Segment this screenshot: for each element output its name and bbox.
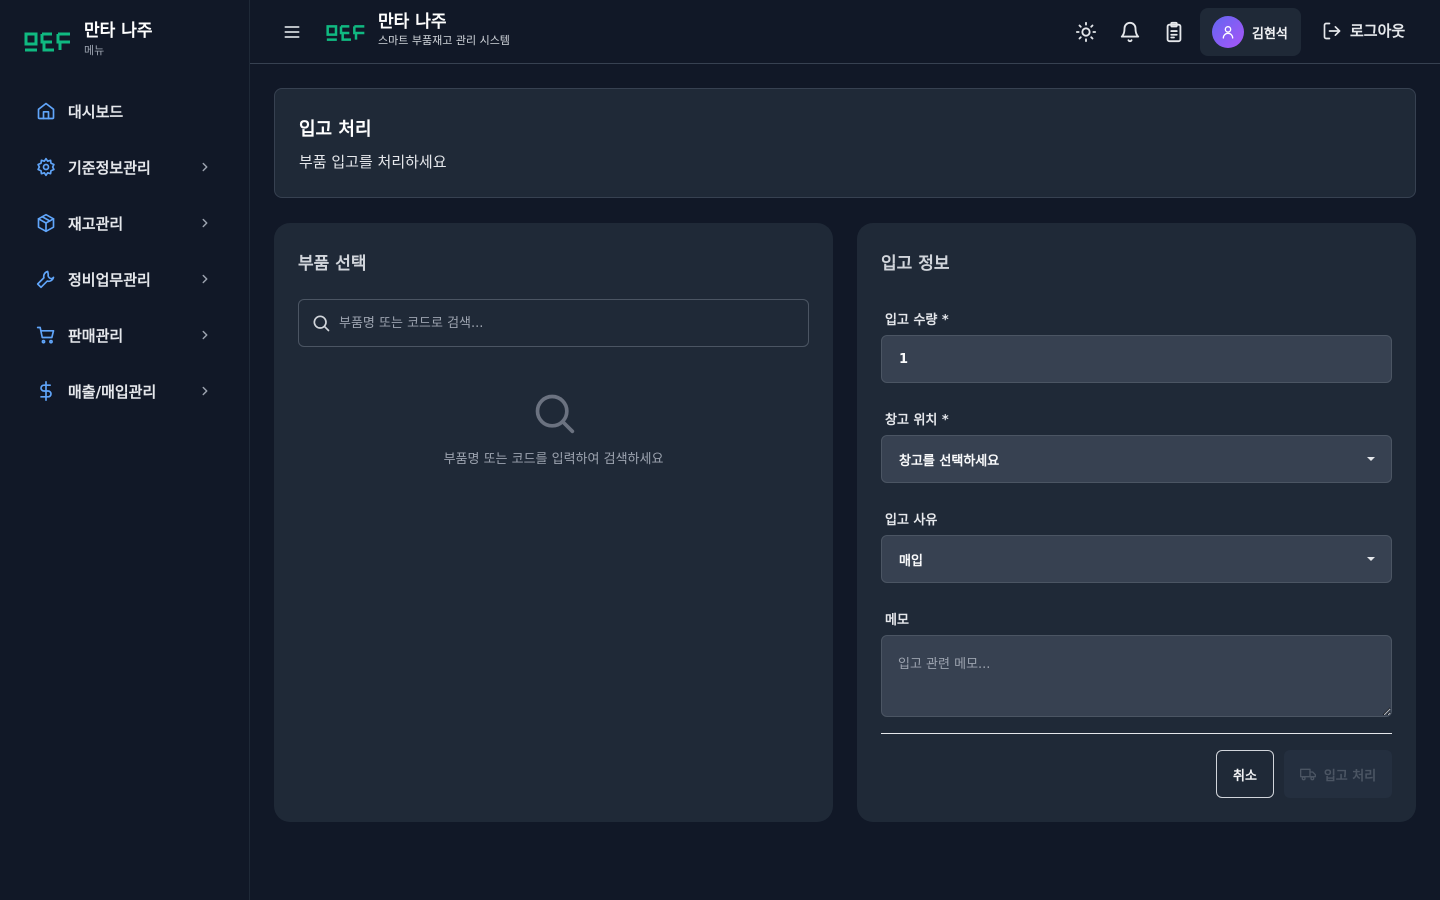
- sidebar-item-label: 재고관리: [68, 214, 124, 233]
- submit-label: 입고 처리: [1323, 768, 1377, 784]
- part-search-input[interactable]: [339, 315, 779, 331]
- sidebar-item-inventory[interactable]: 재고관리: [24, 195, 226, 251]
- bell-icon[interactable]: [1119, 21, 1141, 43]
- hamburger-menu-icon[interactable]: [282, 20, 302, 44]
- gear-icon: [36, 157, 56, 177]
- reason-value: 매입: [899, 553, 923, 569]
- sun-icon[interactable]: [1075, 21, 1097, 43]
- empty-state-text: 부품명 또는 코드를 입력하여 검색하세요: [443, 452, 664, 467]
- warehouse-value: 창고를 선택하세요: [899, 453, 1000, 469]
- part-select-title: 부품 선택: [298, 254, 367, 274]
- topbar-brand: 만타 나주 스마트 부품재고 관리 시스템: [326, 10, 510, 48]
- chevron-right-icon: [202, 330, 208, 340]
- logout-label: 로그아웃: [1350, 22, 1406, 40]
- page-title: 입고 처리: [299, 119, 372, 140]
- chevron-right-icon: [202, 274, 208, 284]
- memo-label: 메모: [885, 613, 909, 628]
- topbar: 만타 나주 스마트 부품재고 관리 시스템 김현석 로그아웃: [250, 0, 1440, 64]
- quantity-label: 입고 수량 *: [885, 313, 949, 328]
- sidebar-item-label: 매출/매입관리: [68, 382, 157, 401]
- avatar: [1212, 16, 1244, 48]
- sidebar-item-sales[interactable]: 판매관리: [24, 307, 226, 363]
- sidebar-item-label: 기준정보관리: [68, 158, 151, 177]
- sidebar-item-label: 판매관리: [68, 326, 124, 345]
- receipt-form-panel: 입고 정보 입고 수량 * 1 창고 위치 * 창고를 선택하세요 입고 사유 …: [857, 223, 1416, 822]
- sidebar-item-dashboard[interactable]: 대시보드: [24, 83, 226, 139]
- chevron-right-icon: [202, 162, 208, 172]
- reason-label: 입고 사유: [885, 513, 938, 528]
- part-search-box: [298, 299, 809, 347]
- logout-button[interactable]: 로그아웃: [1322, 20, 1405, 41]
- search-icon: [313, 315, 330, 332]
- sidebar-brand: 만타 나주 메뉴: [24, 18, 152, 58]
- brand-logo: [326, 25, 365, 41]
- topbar-subtitle: 스마트 부품재고 관리 시스템: [378, 34, 510, 47]
- page-subtitle: 부품 입고를 처리하세요: [299, 153, 447, 171]
- wrench-icon: [36, 269, 56, 289]
- topbar-title: 만타 나주: [378, 12, 447, 32]
- warehouse-label: 창고 위치 *: [885, 413, 949, 428]
- cancel-button[interactable]: 취소: [1216, 750, 1274, 798]
- part-select-panel: 부품 선택 부품명 또는 코드를 입력하여 검색하세요: [274, 223, 833, 822]
- sidebar-item-master-data[interactable]: 기준정보관리: [24, 139, 226, 195]
- package-icon: [36, 213, 56, 233]
- logout-icon: [1323, 22, 1341, 39]
- page-header: 입고 처리 부품 입고를 처리하세요: [274, 88, 1416, 198]
- warehouse-select[interactable]: 창고를 선택하세요: [881, 435, 1392, 483]
- dropdown-caret-icon: [1367, 557, 1375, 561]
- brand-logo: [24, 32, 70, 52]
- chevron-right-icon: [202, 218, 208, 228]
- submit-receipt-button[interactable]: 입고 처리: [1284, 750, 1392, 798]
- receipt-form-title: 입고 정보: [881, 254, 950, 274]
- search-icon: [535, 394, 575, 434]
- sidebar-nav: 대시보드 기준정보관리 재고관리 정비업무관리 판매관리 매출/매입관리: [24, 83, 226, 419]
- dropdown-caret-icon: [1367, 457, 1375, 461]
- user-menu-button[interactable]: 김현석: [1200, 8, 1301, 56]
- chevron-right-icon: [202, 386, 208, 396]
- sidebar-title: 만타 나주: [84, 21, 153, 41]
- home-icon: [36, 101, 56, 121]
- sidebar-item-label: 대시보드: [68, 102, 124, 121]
- quantity-value: 1: [899, 351, 909, 367]
- sidebar-item-label: 정비업무관리: [68, 270, 151, 289]
- clipboard-icon[interactable]: [1163, 21, 1185, 43]
- sidebar-item-maintenance[interactable]: 정비업무관리: [24, 251, 226, 307]
- memo-textarea[interactable]: [881, 635, 1392, 717]
- user-icon: [1222, 26, 1234, 39]
- truck-icon: [1299, 768, 1316, 781]
- sidebar: 만타 나주 메뉴 대시보드 기준정보관리 재고관리 정비업무관리 판매관리 매출…: [0, 0, 250, 900]
- quantity-input[interactable]: 1: [881, 335, 1392, 383]
- cart-icon: [36, 325, 56, 345]
- reason-select[interactable]: 매입: [881, 535, 1392, 583]
- form-divider: [881, 733, 1392, 734]
- cancel-label: 취소: [1233, 768, 1257, 784]
- dollar-icon: [36, 381, 56, 401]
- sidebar-subtitle: 메뉴: [84, 44, 105, 57]
- sidebar-item-revenue[interactable]: 매출/매입관리: [24, 363, 226, 419]
- user-name: 김현석: [1252, 26, 1288, 42]
